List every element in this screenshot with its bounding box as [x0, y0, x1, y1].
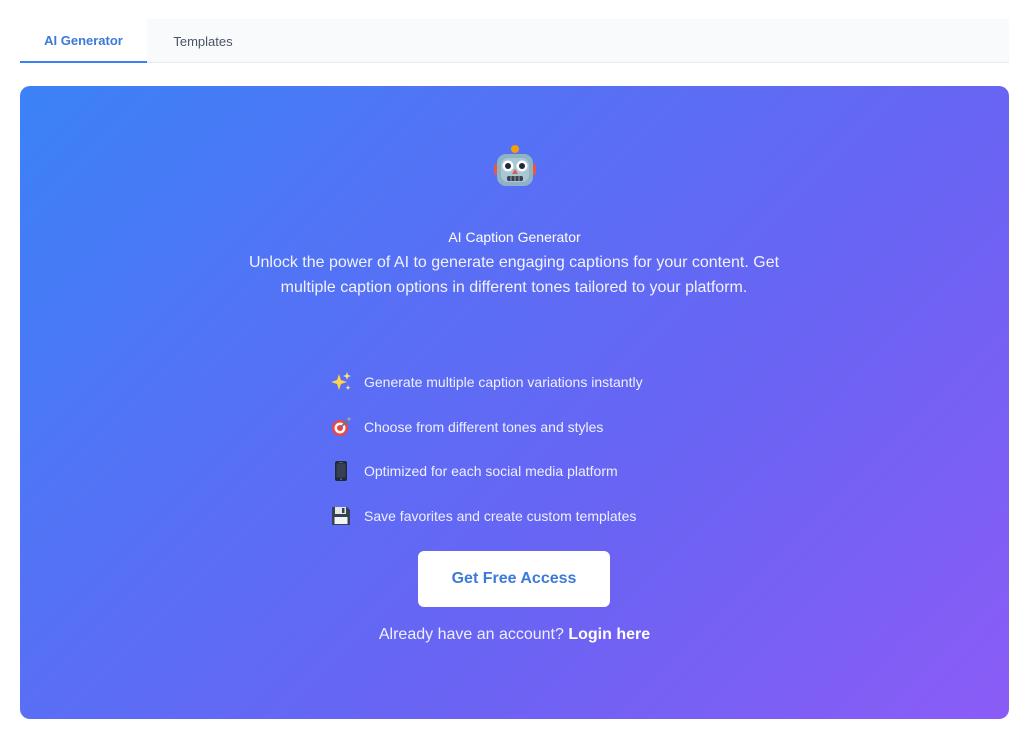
feature-item: Generate multiple caption variations ins… — [330, 360, 750, 405]
feature-text: Generate multiple caption variations ins… — [364, 374, 643, 391]
get-free-access-button[interactable]: Get Free Access — [418, 551, 610, 607]
feature-list: Generate multiple caption variations ins… — [330, 360, 750, 538]
feature-text: Save favorites and create custom templat… — [364, 507, 637, 524]
feature-text: Choose from different tones and styles — [364, 418, 604, 435]
mobile-phone-icon — [335, 461, 347, 482]
tab-templates[interactable]: Templates — [147, 19, 259, 63]
tab-ai-generator[interactable]: AI Generator — [20, 19, 147, 63]
feature-item: Choose from different tones and styles — [330, 405, 750, 450]
target-icon — [332, 416, 351, 436]
feature-item: Save favorites and create custom templat… — [330, 494, 750, 539]
feature-text: Optimized for each social media platform — [364, 463, 618, 480]
sparkles-icon — [331, 372, 351, 391]
hero-card: AI Caption Generator Unlock the power of… — [20, 86, 1009, 719]
tab-bar: AI Generator Templates — [20, 19, 1009, 63]
login-prompt-line: Already have an account? Login here — [20, 626, 1009, 644]
login-prompt-text: Already have an account? — [378, 626, 564, 643]
feature-item: Optimized for each social media platform — [330, 449, 750, 494]
login-link[interactable]: Login here — [568, 626, 650, 643]
hero-title: AI Caption Generator — [448, 229, 581, 245]
floppy-disk-icon — [332, 506, 350, 525]
robot-icon — [494, 145, 536, 186]
hero-description: Unlock the power of AI to generate engag… — [248, 254, 780, 296]
